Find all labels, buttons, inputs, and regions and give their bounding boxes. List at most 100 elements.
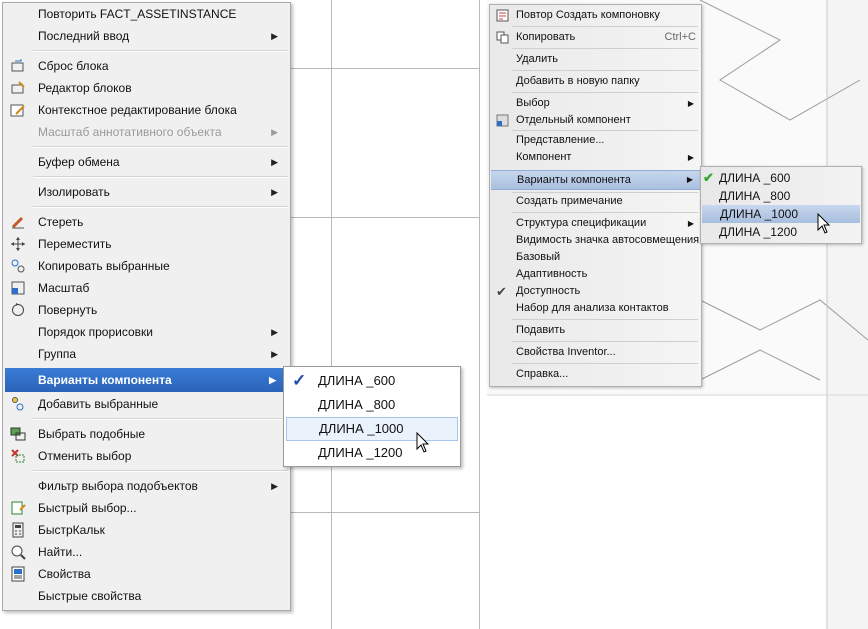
menu-item-select-similar[interactable]: Выбрать подобные — [3, 423, 290, 445]
block-edit-context-icon — [10, 104, 25, 117]
move-icon — [11, 237, 25, 251]
submenu-item-length-1200[interactable]: ДЛИНА _1200 — [284, 442, 460, 464]
menu-separator — [512, 319, 698, 320]
menu-item-isolate[interactable]: Изолировать ▶ — [3, 181, 290, 203]
menu-item-rotate[interactable]: Повернуть — [3, 299, 290, 321]
menu-item-create-note[interactable]: Создать примечание — [490, 193, 701, 210]
menu-separator — [512, 341, 698, 342]
menu-item-label: Свойства — [38, 567, 91, 581]
menu-item-move[interactable]: Переместить — [3, 233, 290, 255]
menu-item-add-to-folder[interactable]: Добавить в новую папку — [490, 73, 701, 90]
menu-item-copy-selection[interactable]: Копировать выбранные — [3, 255, 290, 277]
submenu-item-length-600[interactable]: ✓ ДЛИНА _600 — [284, 370, 460, 392]
menu-item-add-selected[interactable]: Добавить выбранные — [3, 393, 290, 415]
menu-item-component-variants-inventor[interactable]: Варианты компонента ▶ — [491, 170, 700, 190]
menu-item-repeat-layout[interactable]: Повтор Создать компоновку — [490, 7, 701, 24]
menu-item-adaptive[interactable]: Адаптивность — [490, 266, 701, 283]
menu-separator — [512, 70, 698, 71]
menu-separator — [512, 92, 698, 93]
menu-item-label: Свойства Inventor... — [516, 346, 616, 358]
menu-separator — [33, 206, 288, 208]
add-selected-icon — [12, 397, 24, 411]
menu-item-draw-order[interactable]: Порядок прорисовки ▶ — [3, 321, 290, 343]
mouse-cursor-icon — [416, 432, 430, 453]
deselect-icon — [11, 449, 25, 463]
menu-item-label: Справка... — [516, 368, 569, 380]
menu-item-copy[interactable]: Копировать Ctrl+C — [490, 29, 701, 46]
menu-item-deselect[interactable]: Отменить выбор — [3, 445, 290, 467]
checkmark-icon: ✔ — [496, 284, 507, 299]
menu-item-quick-properties[interactable]: Быстрые свойства — [3, 585, 290, 607]
menu-item-representation[interactable]: Представление... — [490, 132, 701, 149]
submenu-item-label: ДЛИНА _600 — [719, 171, 791, 185]
menu-item-block-edit-context[interactable]: Контекстное редактирование блока — [3, 99, 290, 121]
menu-item-subobject-filter[interactable]: Фильтр выбора подобъектов ▶ — [3, 475, 290, 497]
menu-item-clipboard[interactable]: Буфер обмена ▶ — [3, 151, 290, 173]
menu-item-block-reset[interactable]: Сброс блока — [3, 55, 290, 77]
menu-item-label: Структура спецификации — [516, 217, 647, 229]
submenu-item-length-1000[interactable]: ДЛИНА _1000 — [702, 205, 860, 223]
menu-item-label: Базовый — [516, 251, 561, 263]
submenu-item-length-800[interactable]: ДЛИНА _800 — [701, 187, 861, 205]
menu-item-erase[interactable]: Стереть — [3, 211, 290, 233]
menu-item-label: Создать примечание — [516, 195, 623, 207]
menu-item-quickcalc[interactable]: БыстрКальк — [3, 519, 290, 541]
menu-item-last-input[interactable]: Последний ввод ▶ — [3, 25, 290, 47]
submenu-item-label: ДЛИНА _800 — [318, 397, 396, 412]
menu-item-selection[interactable]: Выбор ▶ — [490, 95, 701, 112]
menu-item-suppress[interactable]: Подавить — [490, 322, 701, 339]
submenu-item-length-800[interactable]: ДЛИНА _800 — [284, 394, 460, 416]
submenu-item-length-600[interactable]: ✔ ДЛИНА _600 — [701, 169, 861, 187]
submenu-item-label: ДЛИНА _1200 — [318, 445, 403, 460]
menu-item-label: БыстрКальк — [38, 523, 105, 537]
block-reset-icon — [11, 59, 24, 72]
menu-separator — [512, 26, 698, 27]
menu-item-ipoint-visibility[interactable]: Видимость значка автосовмещения — [490, 232, 701, 249]
menu-item-label: Переместить — [38, 237, 112, 251]
menu-item-scale[interactable]: Масштаб — [3, 277, 290, 299]
menu-item-label: Добавить в новую папку — [516, 75, 640, 87]
menu-item-label: Быстрый выбор... — [38, 501, 137, 515]
menu-item-quick-select[interactable]: Быстрый выбор... — [3, 497, 290, 519]
rotate-icon — [12, 303, 24, 316]
submenu-arrow-icon: ▶ — [271, 349, 278, 359]
menu-item-component-variants[interactable]: Варианты компонента ▶ — [5, 368, 288, 392]
submenu-item-label: ДЛИНА _800 — [719, 189, 791, 203]
menu-item-properties[interactable]: Свойства — [3, 563, 290, 585]
menu-item-label: Копировать выбранные — [38, 259, 170, 273]
menu-item-grounded[interactable]: Базовый — [490, 249, 701, 266]
menu-separator — [512, 212, 698, 213]
calculator-icon — [12, 522, 24, 538]
menu-item-help[interactable]: Справка... — [490, 366, 701, 383]
menu-item-label: Компонент — [516, 151, 572, 163]
submenu-arrow-icon: ▶ — [686, 175, 693, 184]
menu-item-enabled[interactable]: ✔ Доступность — [490, 283, 701, 300]
submenu-arrow-icon: ▶ — [271, 327, 278, 337]
menu-item-label: Выбор — [516, 97, 550, 109]
menu-item-label: Удалить — [516, 53, 558, 65]
submenu-item-length-1200[interactable]: ДЛИНА _1200 — [701, 223, 861, 241]
menu-separator — [33, 470, 288, 472]
menu-item-label: Отменить выбор — [38, 449, 132, 463]
menu-item-iproperties[interactable]: Свойства Inventor... — [490, 344, 701, 361]
menu-item-component[interactable]: Компонент ▶ — [490, 149, 701, 166]
menu-separator — [33, 50, 288, 52]
menu-item-find[interactable]: Найти... — [3, 541, 290, 563]
menu-item-shortcut: Ctrl+C — [664, 31, 696, 43]
menu-item-repeat[interactable]: Повторить FACT_ASSETINSTANCE — [3, 3, 290, 25]
menu-item-delete[interactable]: Удалить — [490, 51, 701, 68]
menu-item-isolate-component[interactable]: Отдельный компонент — [490, 112, 701, 129]
menu-item-group[interactable]: Группа ▶ — [3, 343, 290, 365]
submenu-arrow-icon: ▶ — [271, 31, 278, 41]
menu-item-bom-structure[interactable]: Структура спецификации ▶ — [490, 215, 701, 232]
menu-item-label: Копировать — [516, 31, 576, 43]
menu-separator — [33, 418, 288, 420]
select-similar-icon — [10, 427, 26, 441]
submenu-item-length-1000[interactable]: ДЛИНА _1000 — [286, 417, 458, 441]
component-icon — [496, 114, 509, 127]
menu-item-label: Представление... — [516, 134, 605, 146]
menu-item-label: Изолировать — [38, 185, 110, 199]
submenu-item-label: ДЛИНА _1000 — [319, 421, 404, 436]
menu-item-block-editor[interactable]: Редактор блоков — [3, 77, 290, 99]
menu-item-contact-set[interactable]: Набор для анализа контактов — [490, 300, 701, 317]
